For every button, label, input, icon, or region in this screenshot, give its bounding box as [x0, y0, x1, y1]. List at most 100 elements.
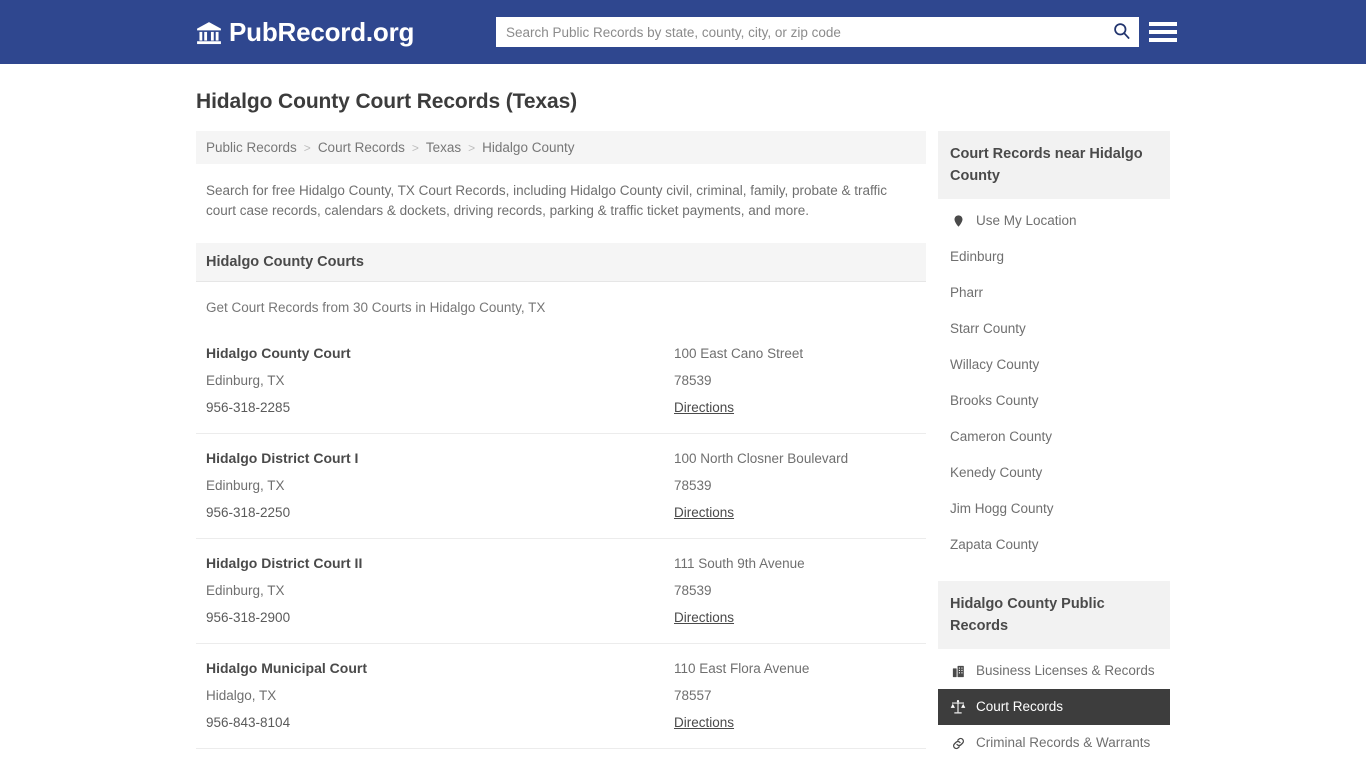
sidebar-nearby-item[interactable]: Use My Location — [938, 203, 1170, 239]
court-address: 100 North Closner Boulevard — [674, 451, 849, 466]
court-phone[interactable]: 956-843-8104 — [206, 712, 674, 733]
sidebar-nearby-heading: Court Records near Hidalgo County — [938, 131, 1170, 199]
search-bar — [496, 17, 1139, 47]
search-icon — [1112, 21, 1131, 43]
sidebar-record-item-label: Court Records — [976, 699, 1064, 714]
court-row-right: 111 South 9th Avenue 78539 Directions — [674, 553, 916, 628]
breadcrumb: Public Records > Court Records > Texas > Hidal… — [196, 131, 926, 164]
court-zip: 78539 — [674, 478, 712, 493]
hamburger-menu-button[interactable] — [1149, 18, 1177, 46]
sidebar-nearby-item[interactable]: Zapata County — [938, 527, 1170, 563]
sidebar-nearby-item[interactable]: Brooks County — [938, 383, 1170, 419]
briefcase-icon — [950, 663, 966, 679]
sidebar-nearby-item[interactable]: Cameron County — [938, 419, 1170, 455]
sidebar-nearby-item-label: Zapata County — [950, 537, 1039, 552]
map-pin-icon — [950, 213, 966, 229]
court-row-right: 100 East Cano Street 78539 Directions — [674, 343, 916, 418]
link-chain-icon — [950, 735, 966, 751]
sidebar-nearby-item[interactable]: Willacy County — [938, 347, 1170, 383]
court-row-right: 110 East Flora Avenue 78557 Directions — [674, 658, 916, 733]
court-list: Hidalgo County Court Edinburg, TX 956-318-… — [196, 329, 926, 768]
sidebar-nearby-item-label: Cameron County — [950, 429, 1053, 444]
court-phone[interactable]: 956-318-2900 — [206, 607, 674, 628]
sidebar-record-item[interactable]: Inmate & Jail Records — [938, 761, 1170, 768]
court-row: Alamo Municipal CourtAlamo, TX956-787-86… — [196, 748, 926, 768]
sidebar-public-records-list: Business Licenses & Records Court Records… — [938, 649, 1170, 768]
court-phone[interactable]: 956-318-2285 — [206, 397, 674, 418]
sidebar-nearby-item-label: Edinburg — [950, 249, 1005, 264]
sidebar-nearby-item[interactable]: Starr County — [938, 311, 1170, 347]
sidebar-nearby-item-label: Use My Location — [976, 213, 1077, 228]
court-name[interactable]: Hidalgo Municipal Court — [206, 658, 674, 679]
sidebar-nearby-item-label: Willacy County — [950, 357, 1040, 372]
court-city-state: Edinburg, TX — [206, 583, 285, 598]
court-row: Hidalgo District Court II Edinburg, TX 956… — [196, 538, 926, 643]
sidebar-record-item[interactable]: Court Records — [938, 689, 1170, 725]
court-phone[interactable]: 956-318-2250 — [206, 502, 674, 523]
search-button[interactable] — [1103, 17, 1139, 47]
court-name[interactable]: Hidalgo District Court I — [206, 448, 674, 469]
search-input[interactable] — [496, 18, 1103, 46]
breadcrumb-item[interactable]: Public Records — [206, 140, 297, 155]
court-city-state: Hidalgo, TX — [206, 688, 277, 703]
court-address: 110 East Flora Avenue — [674, 661, 810, 676]
court-name[interactable]: Hidalgo County Court — [206, 343, 674, 364]
breadcrumb-item[interactable]: Court Records — [318, 140, 405, 155]
breadcrumb-separator: > — [411, 140, 419, 155]
court-row-left: Hidalgo District Court II Edinburg, TX 956… — [206, 553, 674, 628]
sidebar-nearby-item[interactable]: Edinburg — [938, 239, 1170, 275]
court-row-left: Hidalgo Municipal Court Hidalgo, TX 956-84… — [206, 658, 674, 733]
breadcrumb-item[interactable]: Texas — [426, 140, 461, 155]
court-row: Hidalgo County Court Edinburg, TX 956-318-… — [196, 329, 926, 433]
sidebar-nearby-item[interactable]: Kenedy County — [938, 455, 1170, 491]
court-address: 100 East Cano Street — [674, 346, 804, 361]
directions-link[interactable]: Directions — [674, 610, 734, 625]
main-content: Public Records > Court Records > Texas > Hidal… — [196, 131, 926, 768]
sidebar-record-item[interactable]: Criminal Records & Warrants — [938, 725, 1170, 761]
court-row: Hidalgo District Court I Edinburg, TX 956-… — [196, 433, 926, 538]
sidebar-nearby-item-label: Starr County — [950, 321, 1026, 336]
court-city-state: Edinburg, TX — [206, 373, 285, 388]
court-name[interactable]: Hidalgo District Court II — [206, 553, 674, 574]
sidebar: Court Records near Hidalgo County Use My… — [938, 131, 1170, 768]
sidebar-nearby-item[interactable]: Pharr — [938, 275, 1170, 311]
breadcrumb-separator: > — [303, 140, 311, 155]
scales-of-justice-icon — [950, 699, 966, 715]
directions-link[interactable]: Directions — [674, 505, 734, 520]
court-city-state: Edinburg, TX — [206, 478, 285, 493]
sidebar-nearby-item-label: Jim Hogg County — [950, 501, 1054, 516]
court-row-left: Hidalgo District Court I Edinburg, TX 956-… — [206, 448, 674, 523]
page-container: Hidalgo County Court Records (Texas) Pub… — [0, 90, 1366, 768]
sidebar-nearby-item-label: Kenedy County — [950, 465, 1043, 480]
sidebar-record-item-label: Business Licenses & Records — [976, 663, 1155, 678]
bank-building-icon — [196, 20, 222, 46]
site-logo-link[interactable]: PubRecord.org — [196, 18, 414, 46]
breadcrumb-separator: > — [468, 140, 476, 155]
sidebar-public-records-heading: Hidalgo County Public Records — [938, 581, 1170, 649]
directions-link[interactable]: Directions — [674, 400, 734, 415]
sidebar-nearby-item-label: Brooks County — [950, 393, 1039, 408]
court-address: 111 South 9th Avenue — [674, 556, 805, 571]
breadcrumb-item[interactable]: Hidalgo County — [482, 140, 574, 155]
hamburger-menu-icon — [1149, 38, 1177, 42]
courts-section-note: Get Court Records from 30 Courts in Hida… — [206, 300, 546, 315]
page-intro-text: Search for free Hidalgo County, TX Court… — [206, 183, 888, 218]
court-zip: 78539 — [674, 373, 712, 388]
sidebar-record-item[interactable]: Business Licenses & Records — [938, 653, 1170, 689]
content-columns: Public Records > Court Records > Texas > Hidal… — [196, 131, 1176, 768]
hamburger-menu-icon — [1149, 30, 1177, 34]
court-row-left: Hidalgo County Court Edinburg, TX 956-318-… — [206, 343, 674, 418]
hamburger-menu-icon — [1149, 22, 1177, 26]
sidebar-nearby-list: Use My Location Edinburg Pharr Starr County… — [938, 199, 1170, 563]
court-zip: 78539 — [674, 583, 712, 598]
sidebar-nearby-item-label: Pharr — [950, 285, 984, 300]
court-name[interactable]: Alamo Municipal Court — [206, 763, 674, 768]
court-row-left: Alamo Municipal CourtAlamo, TX956-787-86… — [206, 763, 674, 768]
court-address: 502 East Duranta Avenue — [674, 763, 916, 768]
sidebar-nearby-item[interactable]: Jim Hogg County — [938, 491, 1170, 527]
courts-section-heading: Hidalgo County Courts — [196, 243, 926, 282]
court-row-right: 502 East Duranta Avenue78516Directions — [674, 763, 916, 768]
sidebar-record-item-label: Criminal Records & Warrants — [976, 735, 1151, 750]
directions-link[interactable]: Directions — [674, 715, 734, 730]
